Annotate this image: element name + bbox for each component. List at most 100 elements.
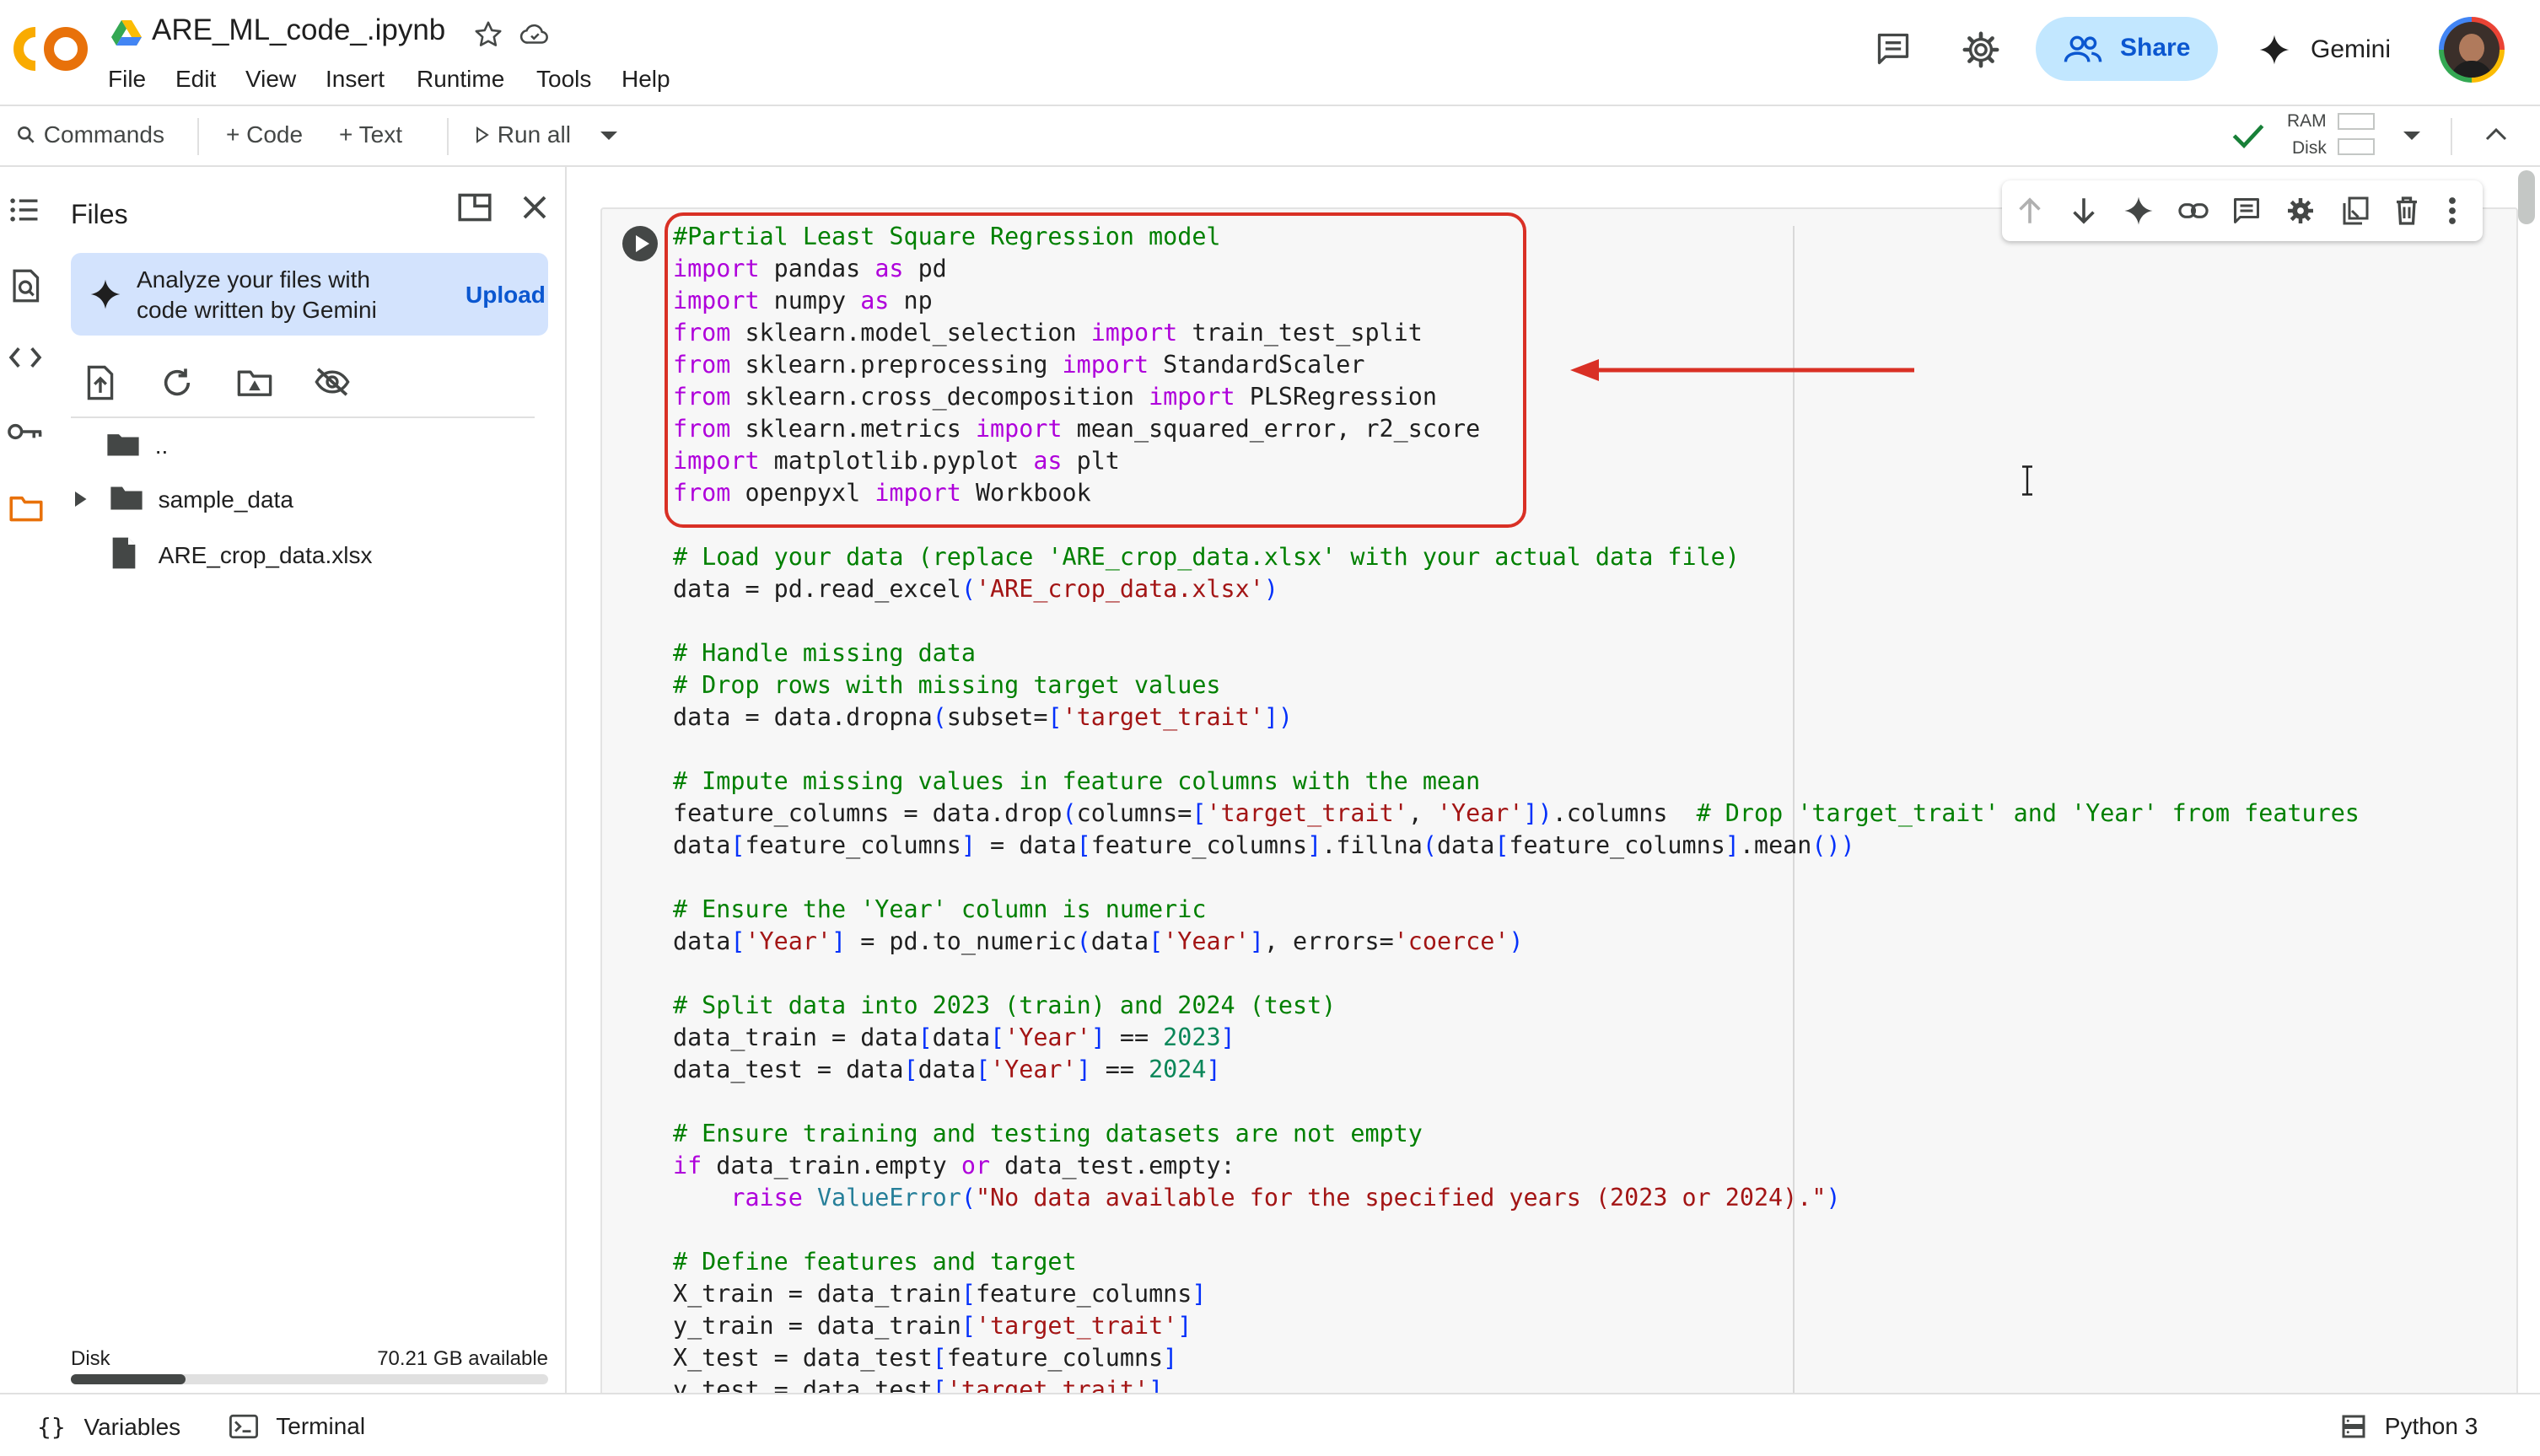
open-in-tab-icon[interactable] [457, 192, 492, 223]
code-line: # Handle missing data [673, 639, 976, 667]
gemini-button[interactable]: Gemini [2243, 17, 2412, 81]
refresh-icon[interactable] [160, 366, 194, 400]
menu-tools[interactable]: Tools [536, 66, 591, 93]
collapse-header-icon[interactable] [2484, 125, 2508, 143]
code-line: data_test = data[data['Year'] == 2024] [673, 1056, 1221, 1083]
user-avatar[interactable] [2439, 17, 2505, 83]
notebook-toolbar: Commands + Code + Text Run all RAM Disk [0, 106, 2540, 167]
annotation-arrow [1570, 357, 1924, 387]
menu-runtime[interactable]: Runtime [417, 66, 504, 93]
code-line: if data_train.empty or data_test.empty: [673, 1152, 1235, 1179]
code-cell[interactable]: #Partial Least Square Regression model im… [600, 207, 2518, 1393]
secrets-key-icon[interactable] [7, 422, 44, 442]
terminal-icon [229, 1414, 258, 1439]
runtime-indicator[interactable]: Python 3 [2341, 1413, 2478, 1440]
move-cell-down-icon[interactable] [2069, 196, 2098, 230]
run-all-button[interactable]: Run all [474, 121, 571, 148]
tree-item-sample-data[interactable]: sample_data [71, 484, 293, 513]
run-cell-button[interactable] [622, 226, 658, 261]
tree-item-label: sample_data [158, 486, 293, 513]
hide-files-eye-icon[interactable] [314, 366, 351, 398]
tree-item-label: ARE_crop_data.xlsx [158, 542, 373, 568]
move-cell-up-icon[interactable] [2015, 196, 2044, 230]
code-line: y_test = data_test['target_trait'] [673, 1376, 1164, 1393]
run-all-dropdown-icon[interactable] [599, 130, 619, 142]
comments-icon[interactable] [1874, 30, 1913, 67]
play-icon [476, 126, 489, 143]
code-line: # Split data into 2023 (train) and 2024 … [673, 991, 1337, 1019]
files-folder-icon[interactable] [8, 492, 44, 523]
upload-file-icon[interactable] [84, 364, 116, 401]
upload-button[interactable]: Upload [465, 282, 546, 309]
delete-cell-trash-icon[interactable] [2393, 196, 2420, 230]
menu-file[interactable]: File [108, 66, 146, 93]
menu-insert[interactable]: Insert [326, 66, 385, 93]
cloud-saved-icon[interactable] [518, 19, 552, 51]
gemini-sparkle-icon [89, 278, 121, 310]
annotation-highlight-box [665, 212, 1526, 528]
colab-logo[interactable] [10, 24, 91, 74]
variables-button[interactable]: {} Variables [37, 1413, 180, 1441]
resources-dropdown-icon[interactable] [2402, 130, 2422, 142]
code-line: data['Year'] = pd.to_numeric(data['Year'… [673, 927, 1524, 955]
more-options-icon[interactable] [2447, 196, 2457, 230]
add-text-button[interactable]: + Text [339, 121, 402, 148]
terminal-button[interactable]: Terminal [229, 1413, 365, 1440]
disk-usage-bar [71, 1374, 548, 1384]
add-comment-icon[interactable] [2231, 196, 2262, 230]
gemini-banner-line-2: code written by Gemini [137, 297, 377, 323]
share-label: Share [2120, 34, 2191, 62]
tree-item-parent[interactable]: .. [105, 430, 168, 459]
link-icon[interactable] [2177, 196, 2209, 230]
google-drive-icon[interactable] [111, 19, 142, 47]
gemini-sparkle-icon[interactable] [2123, 196, 2154, 230]
code-line: X_test = data_test[feature_columns] [673, 1344, 1178, 1372]
menu-view[interactable]: View [245, 66, 296, 93]
settings-gear-icon[interactable] [1962, 30, 2000, 69]
disk-usage-fill [71, 1374, 186, 1384]
notebook-area: #Partial Least Square Regression model im… [567, 167, 2540, 1393]
braces-icon: {} [37, 1413, 66, 1441]
gemini-banner-line-1: Analyze your files with [137, 266, 371, 293]
runtime-label: Python 3 [2384, 1413, 2478, 1439]
expand-arrow-icon [75, 492, 87, 507]
commands-button[interactable]: Commands [15, 121, 164, 148]
vertical-scrollbar[interactable] [2518, 170, 2535, 224]
menu-help[interactable]: Help [622, 66, 670, 93]
find-and-replace-icon[interactable] [10, 268, 40, 304]
code-line: raise ValueError("No data available for … [730, 1184, 1841, 1212]
notebook-title[interactable]: ARE_ML_code_.ipynb [152, 13, 445, 47]
mount-drive-icon[interactable] [236, 366, 273, 398]
text-cursor-icon [2021, 465, 2034, 503]
files-panel-title: Files [71, 199, 128, 229]
code-line: # Ensure training and testing datasets a… [673, 1120, 1423, 1147]
ram-label: RAM [2287, 111, 2327, 131]
cell-settings-gear-icon[interactable] [2285, 196, 2316, 230]
star-icon[interactable] [472, 19, 504, 51]
left-navigation-rail [0, 167, 51, 1393]
table-of-contents-icon[interactable] [8, 196, 40, 224]
mirror-cell-icon[interactable] [2339, 196, 2370, 230]
folder-open-icon [107, 434, 139, 456]
gemini-sparkle-icon [2258, 34, 2290, 66]
ram-usage-bar [2338, 113, 2375, 130]
toolbar-divider [447, 118, 449, 155]
code-line: y_train = data_train['target_trait'] [673, 1312, 1192, 1340]
code-line: # Ensure the 'Year' column is numeric [673, 895, 1207, 923]
tree-item-are-crop-data[interactable]: ARE_crop_data.xlsx [110, 536, 372, 570]
code-line: # Drop rows with missing target values [673, 671, 1221, 699]
add-code-button[interactable]: + Code [226, 121, 303, 148]
app-header: ARE_ML_code_.ipynb File Edit View Insert… [0, 0, 2540, 106]
run-all-label: Run all [497, 121, 571, 148]
menu-edit[interactable]: Edit [175, 66, 216, 93]
close-icon[interactable] [519, 192, 550, 223]
connected-check-icon [2231, 121, 2265, 150]
share-button[interactable]: Share [2036, 17, 2218, 81]
file-icon [112, 537, 136, 569]
code-snippets-icon[interactable] [8, 346, 42, 369]
search-icon [18, 126, 35, 143]
